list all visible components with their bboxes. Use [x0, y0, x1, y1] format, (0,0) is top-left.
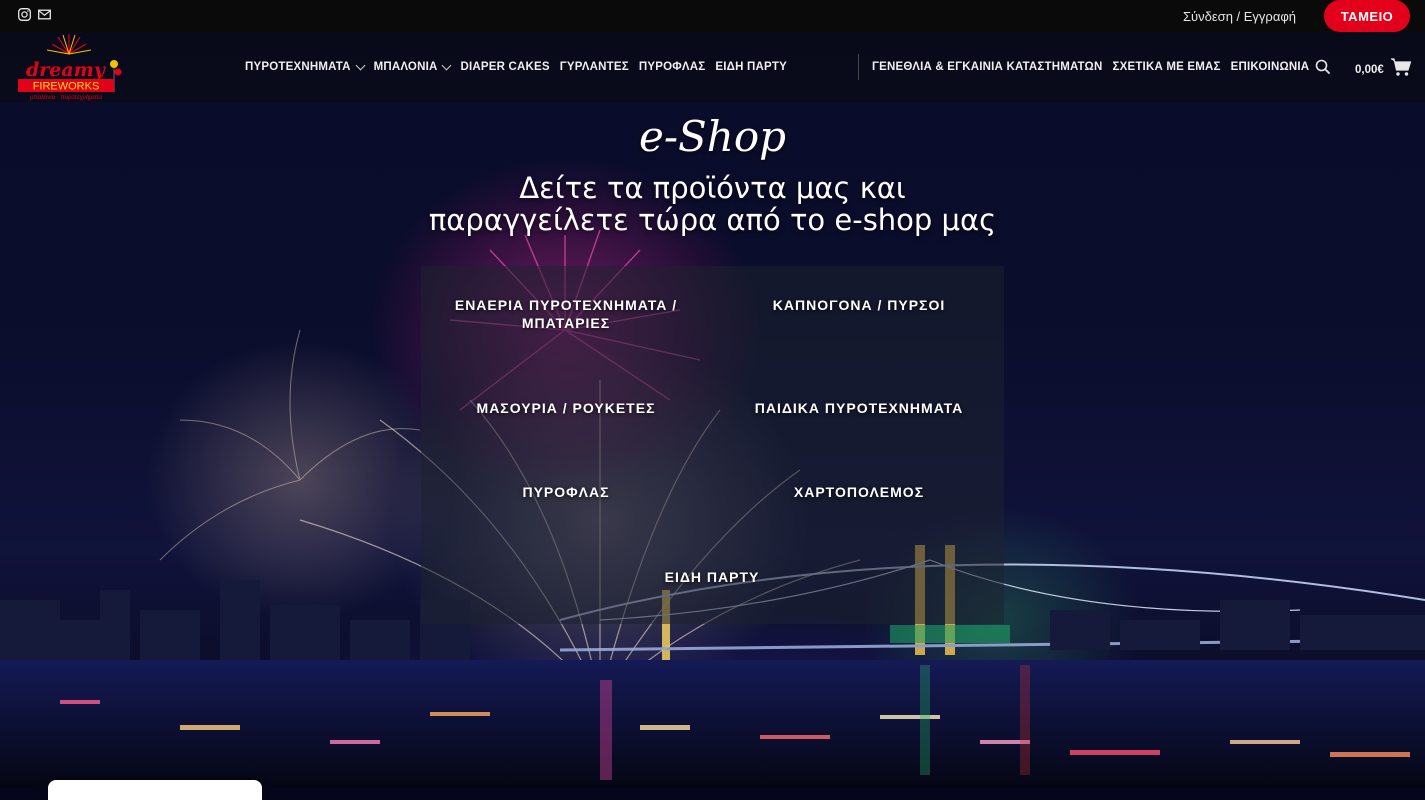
checkout-button[interactable]: ΤΑΜΕΙΟ — [1324, 0, 1410, 32]
nav-item-garlands[interactable]: ΓΥΡΛΑΝΤΕΣ — [560, 61, 629, 73]
hero-headline-line1: Δείτε τα προϊόντα μας και — [519, 171, 906, 205]
mail-icon[interactable] — [38, 8, 51, 21]
nav-item-birthdays-openings[interactable]: ΓΕΝΕΘΛΙΑ & ΕΓΚΑΙΝΙΑ ΚΑΤΑΣΤΗΜΑΤΩΝ — [872, 61, 1102, 73]
login-register-link[interactable]: Σύνδεση / Εγγραφή — [1183, 9, 1296, 24]
nav-item-balloons[interactable]: ΜΠΑΛΟΝΙΑ — [373, 60, 452, 73]
category-link-party-supplies[interactable]: ΕΙΔΗ ΠΑΡΤΥ — [587, 568, 837, 586]
top-bar: Σύνδεση / Εγγραφή ΤΑΜΕΙΟ — [0, 0, 1425, 32]
svg-text:FIREWORKS: FIREWORKS — [33, 81, 100, 93]
search-icon[interactable] — [1315, 59, 1331, 75]
nav-item-label: ΠΥΡΟΤΕΧΝΗΜΑΤΑ — [245, 61, 351, 73]
nav-item-diaper-cakes[interactable]: DIAPER CAKES — [460, 61, 549, 73]
main-header: dreamy FIREWORKS μπαλόνια · πυροτεχνήματ… — [0, 32, 1425, 102]
hero-headline: Δείτε τα προϊόντα μας και παραγγείλετε τ… — [0, 172, 1425, 236]
category-link-smoke-torches[interactable]: ΚΑΠΝΟΓΟΝΑ / ΠΥΡΣΟΙ — [734, 296, 984, 314]
bottom-popup-widget[interactable] — [48, 780, 262, 800]
nav-item-pyroflash[interactable]: ΠΥΡΟΦΛΑΣ — [639, 61, 706, 73]
category-link-pyroflash[interactable]: ΠΥΡΟΦΛΑΣ — [441, 483, 691, 501]
instagram-icon[interactable] — [18, 8, 31, 21]
cart-amount: 0,00€ — [1355, 63, 1384, 76]
nav-item-about-us[interactable]: ΣΧΕΤΙΚΑ ΜΕ ΕΜΑΣ — [1112, 61, 1220, 73]
hero-headline-line2: παραγγείλετε τώρα από το e-shop μας — [428, 203, 997, 237]
svg-text:dreamy: dreamy — [26, 59, 107, 81]
chevron-down-icon — [355, 60, 366, 70]
nav-divider — [858, 54, 859, 80]
secondary-nav: ΓΕΝΕΘΛΙΑ & ΕΓΚΑΙΝΙΑ ΚΑΤΑΣΤΗΜΑΤΩΝ ΣΧΕΤΙΚΑ… — [872, 32, 1319, 102]
nav-item-label: ΜΠΑΛΟΝΙΑ — [373, 61, 438, 73]
nav-item-party-supplies[interactable]: ΕΙΔΗ ΠΑΡΤΥ — [715, 61, 787, 73]
site-logo[interactable]: dreamy FIREWORKS μπαλόνια · πυροτεχνήματ… — [14, 32, 124, 102]
nav-item-pyrotechnics[interactable]: ΠΥΡΟΤΕΧΝΗΜΑΤΑ — [245, 60, 366, 73]
logo-image: dreamy FIREWORKS μπαλόνια · πυροτεχνήματ… — [18, 34, 122, 101]
category-link-firecrackers-rockets[interactable]: ΜΑΣΟΥΡΙΑ / ΡΟΥΚΕΤΕΣ — [441, 399, 691, 417]
category-link-confetti[interactable]: ΧΑΡΤΟΠΟΛΕΜΟΣ — [734, 483, 984, 501]
chevron-down-icon — [442, 60, 452, 70]
eshop-title: e-Shop — [638, 112, 787, 161]
primary-nav: ΠΥΡΟΤΕΧΝΗΜΑΤΑ ΜΠΑΛΟΝΙΑ DIAPER CAKES ΓΥΡΛ… — [245, 32, 797, 102]
category-link-kids-fireworks[interactable]: ΠΑΙΔΙΚΑ ΠΥΡΟΤΕΧΝΗΜΑΤΑ — [734, 399, 984, 417]
social-links — [18, 8, 51, 21]
cart-icon — [1390, 57, 1412, 82]
category-link-aerial[interactable]: ΕΝΑΕΡΙΑ ΠΥΡΟΤΕΧΝΗΜΑΤΑ / ΜΠΑΤΑΡΙΕΣ — [441, 296, 691, 332]
cart-button[interactable]: 0,00€ — [1355, 57, 1412, 82]
svg-text:μπαλόνια · πυροτεχνήματα: μπαλόνια · πυροτεχνήματα — [30, 94, 102, 101]
nav-item-contact[interactable]: ΕΠΙΚΟΙΝΩΝΙΑ — [1231, 61, 1310, 73]
